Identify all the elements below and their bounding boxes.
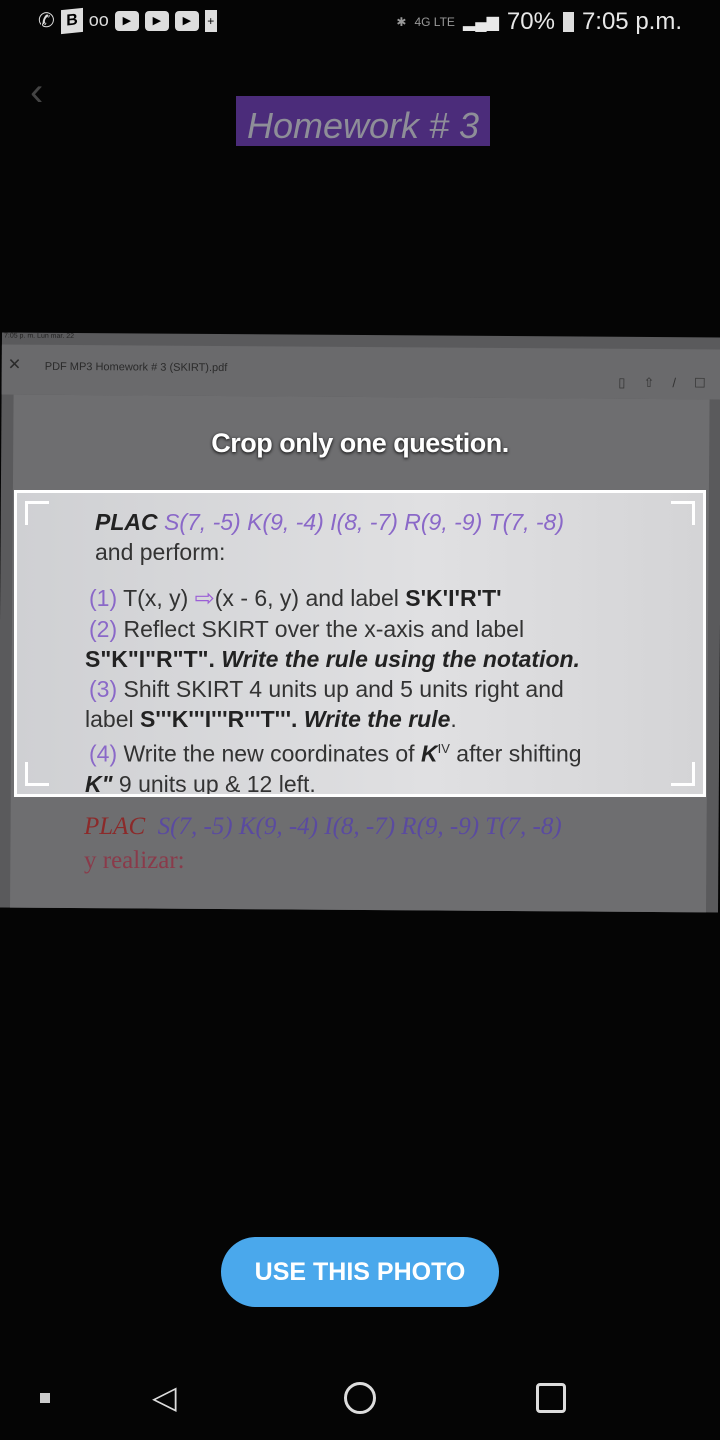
spanish-plac: PLAC [84, 813, 146, 840]
recents-dot-icon [40, 1393, 50, 1403]
pdf-title: PDF MP3 Homework # 3 (SKIRT).pdf [44, 360, 228, 375]
spanish-line2: y realizar: [84, 847, 185, 874]
arrow-right-icon: ⇨ [194, 585, 215, 612]
q4-k: K [420, 740, 438, 767]
voicemail-icon: oo [88, 10, 109, 30]
q4-a: Write the new coordinates of [123, 740, 415, 767]
intro-rest: and perform: [95, 539, 226, 565]
crop-hint: Crop only one question. [211, 428, 509, 458]
q3-a: Shift SKIRT 4 units up and 5 units right… [123, 676, 564, 702]
pdf-toolbar: ✕ PDF MP3 Homework # 3 (SKIRT).pdf ▯ ⇧ / ☐ [1, 344, 720, 400]
use-this-photo-button[interactable]: USE THIS PHOTO [221, 1237, 499, 1307]
recent-apps-icon[interactable] [536, 1383, 566, 1413]
plac: PLAC [95, 509, 158, 535]
q1-num: (1) [89, 585, 118, 611]
file-icon: ▯ [618, 374, 626, 390]
q4-num: (4) [89, 740, 118, 767]
points: S(7, -5) K(9, -4) I(8, -7) R(9, -9) T(7,… [164, 509, 565, 535]
q2-rule: Write the rule using the notation. [221, 646, 580, 672]
bluetooth-icon: ✱ [396, 15, 407, 29]
phone-icon: ✆ [38, 10, 55, 32]
q1-a: T(x, y) [123, 585, 189, 611]
q2-a: Reflect SKIRT over the x-axis and label [123, 616, 525, 642]
spanish-text: PLAC S(7, -5) K(9, -4) I(8, -7) R(9, -9)… [84, 810, 562, 878]
q1-label: S'K'I'R'T' [405, 585, 502, 611]
q4-k2: K" [85, 770, 113, 797]
q1-b: (x - 6, y) and label [214, 585, 399, 611]
home-icon[interactable] [344, 1382, 376, 1414]
spanish-points: S(7, -5) K(9, -4) I(8, -7) R(9, -9) T(7,… [157, 813, 562, 840]
pdf-heading: Homework # 3 [236, 96, 490, 146]
q3-rule: Write the rule [303, 706, 451, 732]
navigation-bar: ◁ [0, 1370, 720, 1430]
q4-sup: IV [437, 741, 450, 756]
back-button[interactable]: ‹ [30, 70, 43, 115]
q3-num: (3) [89, 676, 118, 702]
q3-label: S'''K'''I'''R'''T'''. [140, 706, 298, 732]
close-icon: ✕ [7, 356, 22, 374]
q4-c: 9 units up & 12 left. [118, 770, 316, 797]
share-icon: ⇧ [643, 374, 655, 391]
clock: 7:05 p.m. [581, 8, 682, 35]
q2-num: (2) [89, 616, 118, 642]
play-icon: ▶ [144, 10, 169, 31]
q2-label: S"K"I"R"T". [85, 646, 215, 672]
question-text: PLAC S(7, -5) K(9, -4) I(8, -7) R(9, -9)… [85, 507, 689, 797]
crop-frame[interactable]: PLAC S(7, -5) K(9, -4) I(8, -7) R(9, -9)… [14, 490, 706, 797]
status-bar: ✆ B oo ▶ ▶ ▶ + ✱ 4G LTE ▂▄▆ 70% 7:05 p.m… [0, 0, 720, 44]
crop-handle-top-left[interactable] [25, 501, 49, 525]
back-nav-icon[interactable]: ◁ [152, 1378, 177, 1416]
battery-percent: 70% [506, 8, 555, 35]
edit-icon: ☐ [693, 375, 706, 391]
q3-b: label [85, 706, 134, 732]
network-type: 4G LTE [414, 15, 455, 29]
pen-icon: / [672, 375, 677, 391]
play-icon: ▶ [174, 10, 199, 31]
q4-b: after shifting [456, 740, 582, 767]
play-icon: ▶ [114, 10, 139, 31]
b-app-icon: B [60, 7, 83, 34]
battery-icon [562, 12, 574, 32]
crop-handle-bottom-left[interactable] [25, 762, 49, 786]
battery-saver-icon: + [204, 9, 217, 32]
signal-icon: ▂▄▆ [462, 14, 499, 31]
